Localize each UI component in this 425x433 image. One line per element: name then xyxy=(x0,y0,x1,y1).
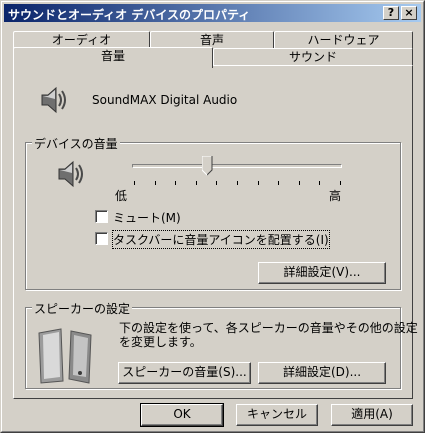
volume-speaker-icon xyxy=(55,159,87,189)
device-name: SoundMAX Digital Audio xyxy=(92,93,238,107)
slider-tick xyxy=(299,181,300,185)
slider-tick xyxy=(175,181,176,185)
speaker-advanced-button[interactable]: 詳細設定(D)... xyxy=(258,362,386,384)
speaker-settings-group-title: スピーカーの設定 xyxy=(32,300,133,317)
slider-tick xyxy=(134,181,135,185)
ok-button[interactable]: OK xyxy=(140,403,224,427)
speaker-icon xyxy=(37,85,71,115)
speaker-volume-button[interactable]: スピーカーの音量(S)... xyxy=(118,362,251,384)
taskbar-icon-label[interactable]: タスクバーに音量アイコンを配置する(I) xyxy=(112,230,330,249)
mute-checkbox[interactable] xyxy=(95,210,108,223)
help-button[interactable]: ? xyxy=(383,6,399,20)
window-title: サウンドとオーディオ デバイスのプロパティ xyxy=(8,8,251,22)
slider-tick xyxy=(237,181,238,185)
cancel-button[interactable]: キャンセル xyxy=(236,404,318,426)
apply-button[interactable]: 適用(A) xyxy=(331,404,413,426)
taskbar-icon-checkbox[interactable] xyxy=(95,232,108,245)
speakers-icon xyxy=(33,327,103,385)
device-volume-group-title: デバイスの音量 xyxy=(32,135,120,152)
dialog-window: サウンドとオーディオ デバイスのプロパティ ? × オーディオ 音声 ハードウェ… xyxy=(0,0,425,433)
mute-label[interactable]: ミュート(M) xyxy=(113,209,181,226)
volume-advanced-button[interactable]: 詳細設定(V)... xyxy=(258,262,386,284)
slider-min-label: 低 xyxy=(115,189,128,203)
tab-hardware[interactable]: ハードウェア xyxy=(274,31,413,49)
slider-tick xyxy=(319,181,320,185)
speaker-description-line-2: を変更します。 xyxy=(119,335,202,349)
tab-volume[interactable]: 音量 xyxy=(13,47,213,68)
slider-max-label: 高 xyxy=(329,189,342,203)
slider-tick xyxy=(216,181,217,185)
slider-tick xyxy=(258,181,259,185)
title-bar[interactable]: サウンドとオーディオ デバイスのプロパティ ? × xyxy=(4,4,421,22)
tab-sounds[interactable]: サウンド xyxy=(213,48,413,66)
volume-slider-thumb[interactable] xyxy=(201,155,213,176)
slider-tick xyxy=(196,181,197,185)
close-button[interactable]: × xyxy=(401,6,417,20)
volume-slider-track[interactable] xyxy=(132,164,342,168)
slider-tick xyxy=(340,181,341,185)
slider-tick xyxy=(278,181,279,185)
slider-tick xyxy=(155,181,156,185)
